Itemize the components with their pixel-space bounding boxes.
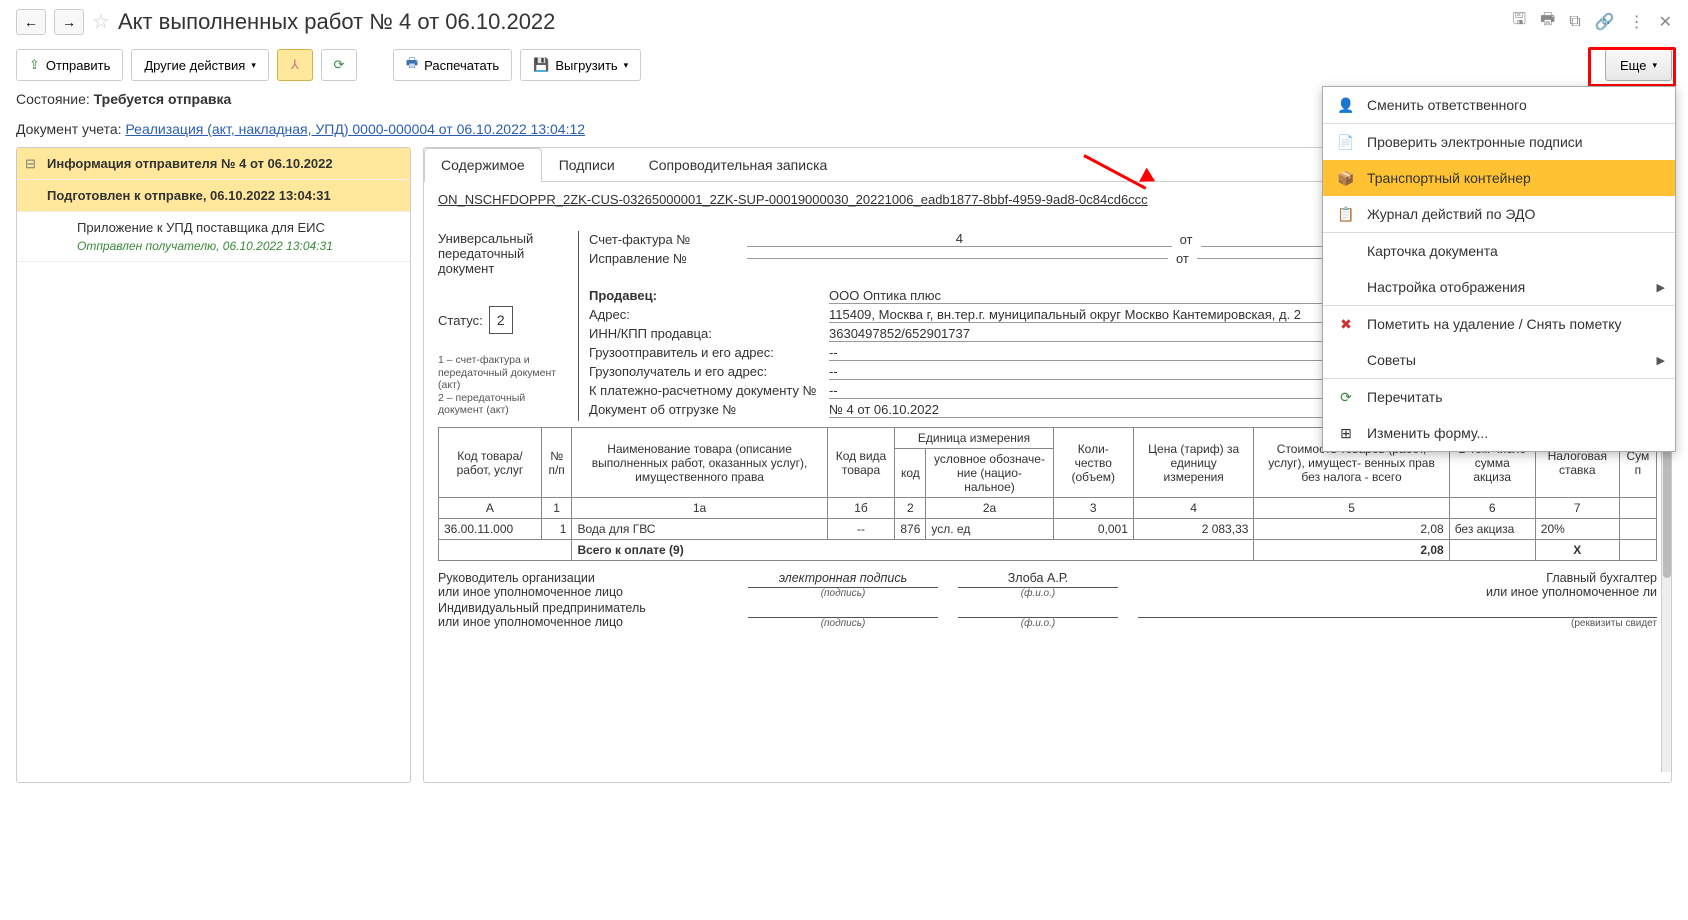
dd-tips[interactable]: Советы ▶	[1323, 342, 1675, 378]
print-button[interactable]: 🖶 Распечатать	[393, 49, 512, 81]
dd-reread[interactable]: ⟳ Перечитать	[1323, 378, 1675, 415]
tree-node-attachment[interactable]: Приложение к УПД поставщика для ЕИС Отпр…	[17, 212, 410, 262]
tree-node-sender-info[interactable]: Информация отправителя № 4 от 06.10.2022	[17, 148, 410, 180]
other-actions-button[interactable]: Другие действия ▾	[131, 49, 269, 81]
nav-forward-button[interactable]: →	[54, 9, 84, 35]
dd-mark-delete[interactable]: ✖ Пометить на удаление / Снять пометку	[1323, 305, 1675, 342]
nav-back-button[interactable]: ←	[16, 9, 46, 35]
tab-signatures[interactable]: Подписи	[542, 148, 632, 181]
refresh-icon: ⟳	[1337, 388, 1355, 406]
delete-mark-icon: ✖	[1337, 315, 1355, 333]
chevron-down-icon: ▾	[624, 60, 629, 71]
form-edit-icon: ⊞	[1337, 424, 1355, 442]
chevron-right-icon: ▶	[1657, 281, 1665, 294]
status-value: Требуется отправка	[94, 91, 232, 107]
chevron-down-icon: ▾	[1652, 60, 1657, 71]
table-row: 36.00.11.000 1 Вода для ГВС -- 876 усл. …	[439, 519, 1657, 540]
dd-change-form[interactable]: ⊞ Изменить форму...	[1323, 415, 1675, 451]
dd-document-card[interactable]: Карточка документа	[1323, 232, 1675, 269]
export-button[interactable]: 💾 Выгрузить ▾	[520, 49, 641, 81]
document-tree: Информация отправителя № 4 от 06.10.2022…	[16, 147, 411, 783]
doclink-label: Документ учета:	[16, 121, 122, 137]
status-label: Состояние:	[16, 91, 90, 107]
journal-icon: 📋	[1337, 205, 1355, 223]
kebab-icon[interactable]: ⋮	[1629, 12, 1645, 32]
tab-content[interactable]: Содержимое	[424, 148, 542, 182]
dd-transport-container[interactable]: 📦 Транспортный контейнер	[1323, 160, 1675, 196]
send-icon: ⇪	[29, 57, 40, 73]
tree-node-prepared[interactable]: Подготовлен к отправке, 06.10.2022 13:04…	[17, 180, 410, 212]
status-code-box: 2	[489, 306, 513, 334]
dd-display-settings[interactable]: Настройка отображения ▶	[1323, 269, 1675, 305]
chevron-down-icon: ▾	[251, 60, 256, 71]
dd-edo-journal[interactable]: 📋 Журнал действий по ЭДО	[1323, 196, 1675, 232]
printer-icon: 🖶	[406, 54, 418, 76]
package-icon: 📦	[1337, 169, 1355, 187]
more-button[interactable]: Еще ▾	[1605, 49, 1672, 81]
print-icon[interactable]: 🖶	[1540, 8, 1555, 35]
hierarchy-icon: ⅄	[291, 57, 299, 73]
tab-cover-note[interactable]: Сопроводительная записка	[632, 148, 845, 181]
send-button[interactable]: ⇪ Отправить	[16, 49, 123, 81]
document-check-icon: 📄	[1337, 133, 1355, 151]
close-icon[interactable]: ✕	[1659, 12, 1672, 32]
dd-verify-signatures[interactable]: 📄 Проверить электронные подписи	[1323, 123, 1675, 160]
hierarchy-button[interactable]: ⅄	[277, 49, 313, 81]
more-dropdown: 👤 Сменить ответственного 📄 Проверить эле…	[1322, 86, 1676, 452]
disk-icon: 💾	[533, 57, 549, 73]
chevron-right-icon: ▶	[1657, 354, 1665, 367]
person-transfer-icon: 👤	[1337, 96, 1355, 114]
preview-icon[interactable]: ⧉	[1569, 13, 1580, 31]
save-icon[interactable]: 🖫	[1512, 8, 1526, 35]
refresh-icon: ⟳	[333, 57, 344, 73]
doclink-link[interactable]: Реализация (акт, накладная, УПД) 0000-00…	[125, 121, 585, 137]
page-title: Акт выполненных работ № 4 от 06.10.2022	[118, 9, 555, 35]
dd-change-responsible[interactable]: 👤 Сменить ответственного	[1323, 87, 1675, 123]
refresh-button[interactable]: ⟳	[321, 49, 357, 81]
star-icon[interactable]: ☆	[92, 9, 110, 34]
link-icon[interactable]: 🔗	[1595, 12, 1615, 32]
